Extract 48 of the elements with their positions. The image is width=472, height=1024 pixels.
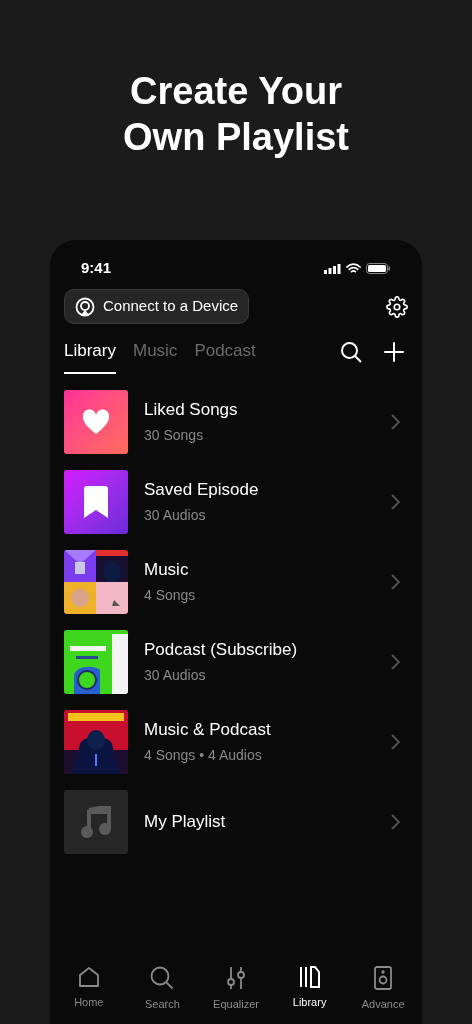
playlist-title: Saved Episode [144, 478, 260, 501]
chevron-right-icon [391, 493, 400, 510]
playlist-count: 4 Songs [144, 586, 197, 606]
nav-item[interactable]: Home [52, 965, 126, 1012]
playlist-title: Music & Podcast [144, 718, 272, 741]
nav-item[interactable]: Search [125, 965, 200, 1012]
playlist-title: My Playlist [144, 810, 227, 833]
nav-item[interactable]: Advance [346, 965, 420, 1012]
connect-device-button[interactable]: Connect to a Device [64, 289, 250, 324]
search-icon [150, 965, 175, 990]
cast-icon [75, 296, 95, 317]
playlist-title: Music [144, 558, 190, 581]
home-icon [77, 965, 100, 988]
headline: Create Your Own Playlist [122, 69, 350, 160]
status-time: 9:41 [81, 258, 112, 279]
search-icon[interactable] [340, 340, 362, 363]
playlist-count: 30 Songs [144, 426, 205, 446]
heart-icon [82, 408, 110, 435]
playlist-row[interactable]: Saved Episode 30 Audios [64, 469, 408, 534]
playlist-title: Podcast (Subscribe) [144, 638, 299, 661]
chevron-right-icon [391, 413, 400, 430]
playlist-title: Liked Songs [144, 398, 239, 421]
library-icon [298, 965, 321, 988]
playlist-row[interactable]: Liked Songs 30 Songs [64, 389, 408, 454]
bookmark-icon [84, 485, 108, 518]
music-note-icon [81, 805, 111, 838]
chevron-right-icon [391, 813, 400, 830]
playlist-row[interactable]: Podcast (Subscribe) 30 Audios [64, 629, 408, 694]
tab[interactable]: Podcast [194, 338, 256, 374]
playlist-count: 30 Audios [144, 666, 207, 686]
settings-icon[interactable] [386, 295, 408, 318]
nav-item[interactable]: Library [272, 965, 347, 1012]
chevron-right-icon [391, 573, 400, 590]
battery-icon [366, 263, 391, 274]
speaker-icon [374, 965, 393, 990]
playlist-count: 30 Audios [144, 506, 207, 526]
playlist-row[interactable]: My Playlist [64, 789, 408, 854]
signal-icon [324, 263, 341, 274]
playlist-count: 4 Songs • 4 Audios [144, 746, 263, 766]
nav-item[interactable]: Equalizer [199, 965, 273, 1012]
tab[interactable]: Library [64, 338, 116, 374]
playlist-row[interactable]: Music 4 Songs [64, 549, 408, 614]
equalizer-icon [225, 965, 247, 990]
tab[interactable]: Music [132, 338, 178, 374]
wifi-icon [346, 263, 361, 274]
add-icon[interactable] [384, 341, 404, 362]
chevron-right-icon [391, 733, 400, 750]
chevron-right-icon [391, 653, 400, 670]
